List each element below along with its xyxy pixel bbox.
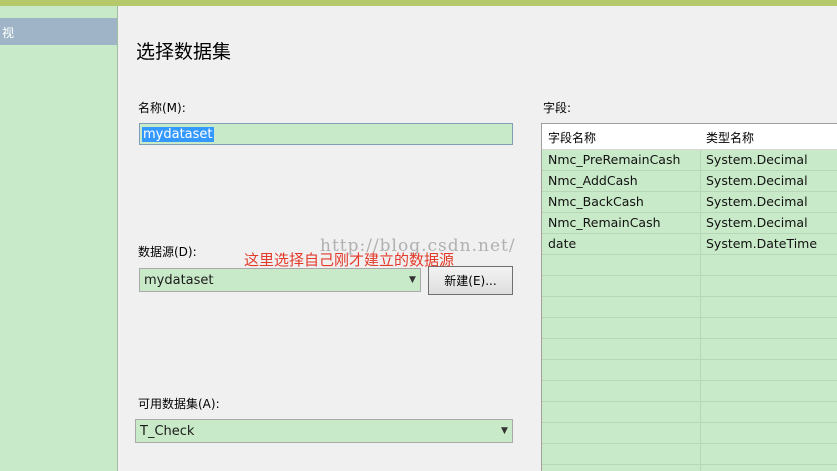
table-row[interactable]: Nmc_AddCash System.Decimal	[542, 170, 837, 192]
available-dataset-select[interactable]: T_Check ▼	[135, 419, 513, 443]
table-row-empty	[542, 359, 837, 381]
table-row[interactable]: date System.DateTime	[542, 233, 837, 255]
table-header: 字段名称 类型名称	[542, 124, 837, 150]
type-name-cell: System.Decimal	[706, 194, 808, 209]
field-name-cell: Nmc_PreRemainCash	[548, 152, 681, 167]
nav-item-label: 视	[2, 26, 15, 40]
table-row-empty	[542, 422, 837, 444]
datasource-select-value: mydataset	[144, 273, 214, 288]
type-name-cell: System.Decimal	[706, 173, 808, 188]
name-input-value: mydataset	[142, 127, 214, 142]
chevron-down-icon[interactable]: ▼	[405, 269, 420, 291]
table-row[interactable]: Nmc_RemainCash System.Decimal	[542, 212, 837, 234]
table-row[interactable]: Nmc_PreRemainCash System.Decimal	[542, 149, 837, 171]
table-row-empty	[542, 401, 837, 423]
navigation-pane: 视	[0, 6, 118, 471]
available-dataset-label: 可用数据集(A):	[138, 397, 220, 411]
datasource-label: 数据源(D):	[138, 245, 197, 259]
field-name-cell: Nmc_RemainCash	[548, 215, 661, 230]
datasource-select[interactable]: mydataset ▼	[139, 268, 421, 292]
fields-label: 字段:	[543, 101, 572, 115]
new-datasource-button[interactable]: 新建(E)...	[428, 266, 513, 295]
name-label: 名称(M):	[138, 101, 186, 115]
field-name-cell: date	[548, 236, 577, 251]
table-row-empty	[542, 296, 837, 318]
table-row-empty	[542, 380, 837, 402]
type-name-cell: System.DateTime	[706, 236, 818, 251]
field-name-cell: Nmc_AddCash	[548, 173, 638, 188]
table-row-empty	[542, 275, 837, 297]
type-name-cell: System.Decimal	[706, 215, 808, 230]
name-input[interactable]: mydataset	[139, 123, 513, 145]
field-name-cell: Nmc_BackCash	[548, 194, 644, 209]
nav-item-selected[interactable]: 视	[0, 18, 117, 45]
table-row-empty	[542, 443, 837, 465]
header-type-name[interactable]: 类型名称	[706, 129, 754, 146]
table-row-empty	[542, 254, 837, 276]
table-row-empty	[542, 338, 837, 360]
available-dataset-select-value: T_Check	[140, 424, 195, 439]
table-row[interactable]: Nmc_BackCash System.Decimal	[542, 191, 837, 213]
header-field-name[interactable]: 字段名称	[548, 129, 596, 146]
type-name-cell: System.Decimal	[706, 152, 808, 167]
annotation-text: 这里选择自己刚才建立的数据源	[244, 251, 455, 269]
table-row-empty	[542, 317, 837, 339]
chevron-down-icon[interactable]: ▼	[497, 420, 512, 442]
window-top-strip	[0, 0, 837, 6]
page-title: 选择数据集	[136, 41, 232, 63]
fields-table: 字段名称 类型名称 Nmc_PreRemainCash System.Decim…	[541, 123, 837, 471]
